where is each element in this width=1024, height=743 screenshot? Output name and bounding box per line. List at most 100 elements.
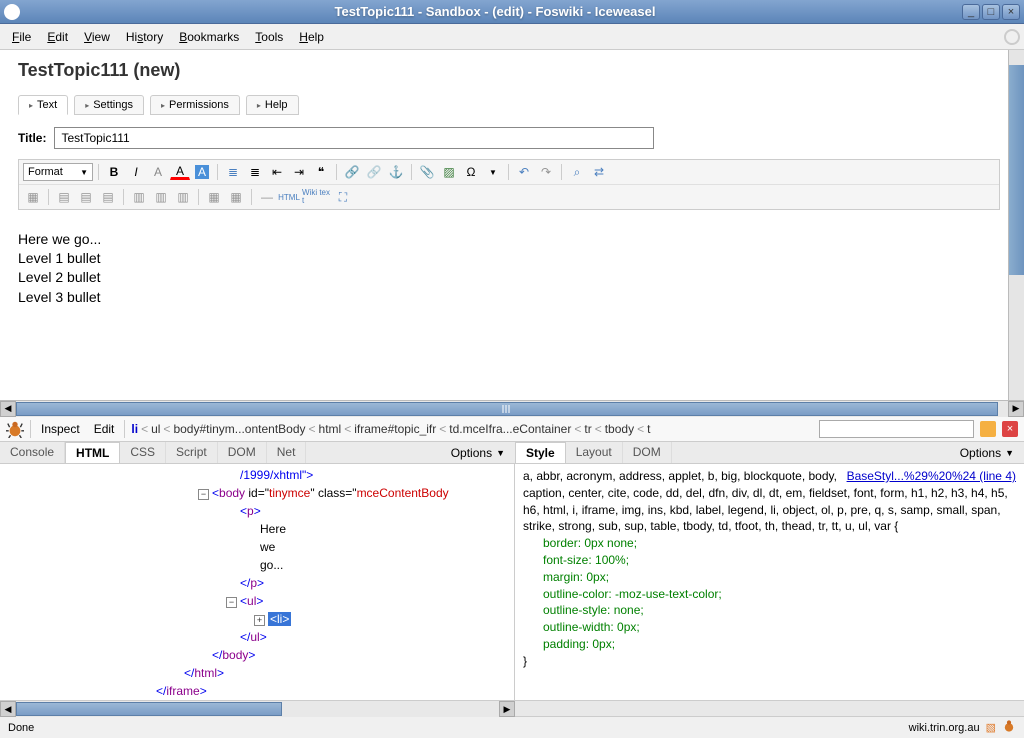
css-prop[interactable]: border: 0px none; bbox=[523, 535, 1016, 552]
char-dropdown[interactable]: ▼ bbox=[483, 163, 503, 181]
indent-button[interactable]: ⇥ bbox=[289, 163, 309, 181]
row-after-button[interactable]: ▤ bbox=[76, 188, 96, 206]
fb-hscroll-left[interactable]: ◀ bbox=[0, 701, 16, 717]
crumb-td[interactable]: td.mceIfra...eContainer bbox=[449, 422, 571, 436]
editor-body[interactable]: Here we go... Level 1 bullet Level 2 bul… bbox=[18, 210, 1000, 306]
table-button[interactable]: ▦ bbox=[23, 188, 43, 206]
menu-history[interactable]: History bbox=[118, 26, 171, 48]
bullist-button[interactable]: ≣ bbox=[223, 163, 243, 181]
selected-html-node[interactable]: <li> bbox=[268, 612, 291, 626]
image-button[interactable]: ▨ bbox=[439, 163, 459, 181]
firebug-inspect[interactable]: Inspect bbox=[37, 420, 84, 438]
find-button[interactable]: ⌕ bbox=[567, 163, 587, 181]
fb-tab-css[interactable]: CSS bbox=[120, 442, 166, 463]
blockquote-button[interactable]: ❝ bbox=[311, 163, 331, 181]
menu-view[interactable]: View bbox=[76, 26, 118, 48]
firebug-search[interactable] bbox=[819, 420, 974, 438]
clear-format-button[interactable]: A bbox=[148, 163, 168, 181]
menu-help[interactable]: Help bbox=[291, 26, 332, 48]
hr-button[interactable]: — bbox=[257, 188, 277, 206]
crumb-html[interactable]: html bbox=[319, 422, 342, 436]
fb-tab-script[interactable]: Script bbox=[166, 442, 218, 463]
delete-col-button[interactable]: ▥ bbox=[173, 188, 193, 206]
crumb-li[interactable]: li bbox=[131, 422, 138, 436]
title-input[interactable] bbox=[54, 127, 654, 149]
content-vscrollbar[interactable] bbox=[1008, 50, 1024, 400]
fb-tab-dom[interactable]: DOM bbox=[218, 442, 267, 463]
firebug-style-panel[interactable]: BaseStyl...%29%20%24 (line 4) a, abbr, a… bbox=[515, 464, 1024, 700]
char-button[interactable]: Ω bbox=[461, 163, 481, 181]
tree-toggle-icon[interactable]: − bbox=[198, 489, 209, 500]
crumb-tbody[interactable]: tbody bbox=[605, 422, 634, 436]
fb-tab-html[interactable]: HTML bbox=[65, 442, 120, 463]
undo-button[interactable]: ↶ bbox=[514, 163, 534, 181]
menu-bookmarks[interactable]: Bookmarks bbox=[171, 26, 247, 48]
firebug-icon[interactable] bbox=[6, 420, 24, 438]
css-prop[interactable]: outline-style: none; bbox=[523, 602, 1016, 619]
numlist-button[interactable]: ≣ bbox=[245, 163, 265, 181]
merge-cells-button[interactable]: ▦ bbox=[204, 188, 224, 206]
redo-button[interactable]: ↷ bbox=[536, 163, 556, 181]
link-button[interactable]: 🔗 bbox=[342, 163, 362, 181]
tab-help[interactable]: ▸Help bbox=[246, 95, 299, 115]
fullscreen-button[interactable]: ⛶ bbox=[333, 188, 353, 206]
delete-row-button[interactable]: ▤ bbox=[98, 188, 118, 206]
css-prop[interactable]: font-size: 100%; bbox=[523, 552, 1016, 569]
crumb-iframe[interactable]: iframe#topic_ifr bbox=[354, 422, 436, 436]
css-source-link[interactable]: BaseStyl...%29%20%24 (line 4) bbox=[847, 468, 1016, 485]
status-rss-icon[interactable]: ▧ bbox=[986, 721, 996, 734]
tab-permissions[interactable]: ▸Permissions bbox=[150, 95, 240, 115]
firebug-hscrollbar[interactable]: ◀ ▶ bbox=[0, 700, 1024, 716]
outdent-button[interactable]: ⇤ bbox=[267, 163, 287, 181]
hscroll-right-button[interactable]: ▶ bbox=[1008, 401, 1024, 417]
format-select[interactable]: Format▼ bbox=[23, 163, 93, 181]
menu-file[interactable]: File bbox=[4, 26, 39, 48]
crumb-ul[interactable]: ul bbox=[151, 422, 160, 436]
forecolor-button[interactable]: A bbox=[170, 165, 190, 180]
fb-tab-net[interactable]: Net bbox=[267, 442, 307, 463]
fb-right-options[interactable]: Options▼ bbox=[950, 442, 1024, 463]
firebug-detach-button[interactable] bbox=[980, 421, 996, 437]
tab-settings[interactable]: ▸Settings bbox=[74, 95, 144, 115]
crumb-tr[interactable]: tr bbox=[584, 422, 591, 436]
hscroll-left-button[interactable]: ◀ bbox=[0, 401, 16, 417]
tab-text[interactable]: ▸Text bbox=[18, 95, 68, 115]
fb-hscroll-right[interactable]: ▶ bbox=[499, 701, 515, 717]
col-after-button[interactable]: ▥ bbox=[151, 188, 171, 206]
status-firebug-icon[interactable] bbox=[1002, 719, 1016, 736]
split-cells-button[interactable]: ▦ bbox=[226, 188, 246, 206]
bold-button[interactable]: B bbox=[104, 163, 124, 181]
maximize-button[interactable]: □ bbox=[982, 4, 1000, 20]
firebug-html-panel[interactable]: /1999/xhtml"> −<body id="tinymce" class=… bbox=[0, 464, 515, 700]
crumb-body[interactable]: body#tinym...ontentBody bbox=[173, 422, 305, 436]
unlink-button[interactable]: 🔗 bbox=[364, 163, 384, 181]
backcolor-button[interactable]: A bbox=[192, 163, 212, 181]
menu-tools[interactable]: Tools bbox=[247, 26, 291, 48]
fb-tab-console[interactable]: Console bbox=[0, 442, 65, 463]
css-prop[interactable]: outline-color: -moz-use-text-color; bbox=[523, 586, 1016, 603]
tree-toggle-icon[interactable]: − bbox=[226, 597, 237, 608]
attach-button[interactable]: 📎 bbox=[417, 163, 437, 181]
close-button[interactable]: × bbox=[1002, 4, 1020, 20]
menu-edit[interactable]: Edit bbox=[39, 26, 76, 48]
fb-left-options[interactable]: Options▼ bbox=[441, 442, 515, 463]
css-prop[interactable]: padding: 0px; bbox=[523, 636, 1016, 653]
firebug-close-button[interactable]: × bbox=[1002, 421, 1018, 437]
italic-button[interactable]: I bbox=[126, 163, 146, 181]
replace-button[interactable]: ⇄ bbox=[589, 163, 609, 181]
row-before-button[interactable]: ▤ bbox=[54, 188, 74, 206]
crumb-t[interactable]: t bbox=[647, 422, 650, 436]
html-button[interactable]: HTML bbox=[279, 188, 299, 206]
firebug-edit[interactable]: Edit bbox=[90, 420, 119, 438]
col-before-button[interactable]: ▥ bbox=[129, 188, 149, 206]
wikitext-button[interactable]: Wiki text bbox=[301, 188, 331, 206]
fb-tab-layout[interactable]: Layout bbox=[566, 442, 623, 463]
css-prop[interactable]: margin: 0px; bbox=[523, 569, 1016, 586]
anchor-button[interactable]: ⚓ bbox=[386, 163, 406, 181]
minimize-button[interactable]: _ bbox=[962, 4, 980, 20]
css-prop[interactable]: outline-width: 0px; bbox=[523, 619, 1016, 636]
fb-tab-style[interactable]: Style bbox=[515, 442, 566, 463]
content-hscrollbar[interactable]: ◀ ▶ bbox=[0, 400, 1024, 416]
fb-tab-rdom[interactable]: DOM bbox=[623, 442, 672, 463]
tree-toggle-icon[interactable]: + bbox=[254, 615, 265, 626]
